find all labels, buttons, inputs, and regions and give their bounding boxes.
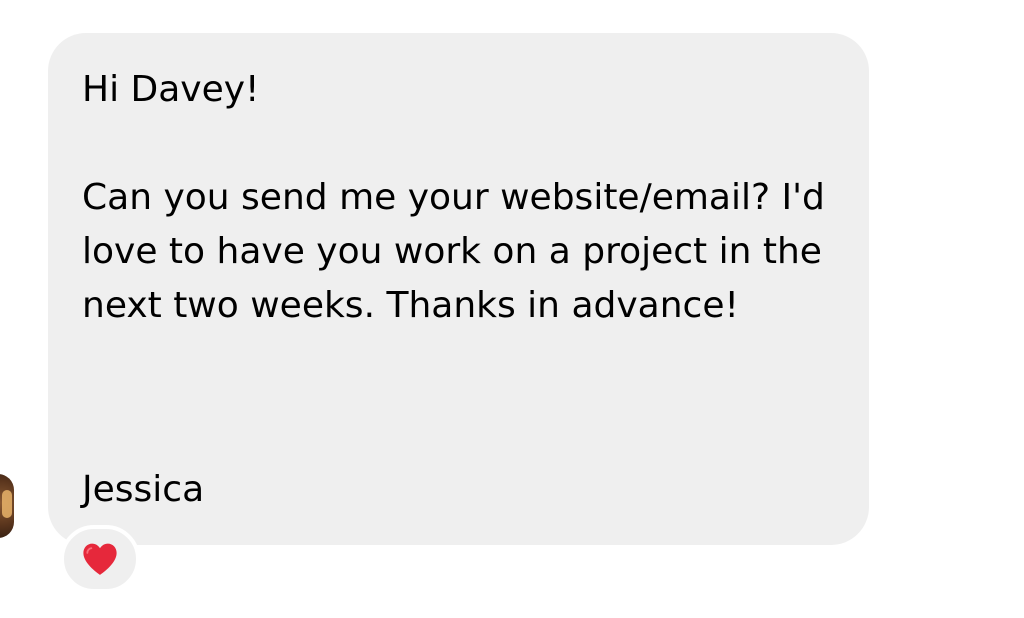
received-message-bubble[interactable]: Hi Davey! Can you send me your website/e… xyxy=(48,33,869,545)
message-signature: Jessica xyxy=(82,469,205,510)
sender-avatar[interactable] xyxy=(0,474,14,538)
heart-reaction[interactable] xyxy=(60,525,140,593)
heart-icon xyxy=(83,543,117,575)
message-greeting: Hi Davey! xyxy=(82,69,260,110)
message-body: Can you send me your website/email? I'd … xyxy=(82,177,825,326)
message-thread: Hi Davey! Can you send me your website/e… xyxy=(0,0,1024,618)
